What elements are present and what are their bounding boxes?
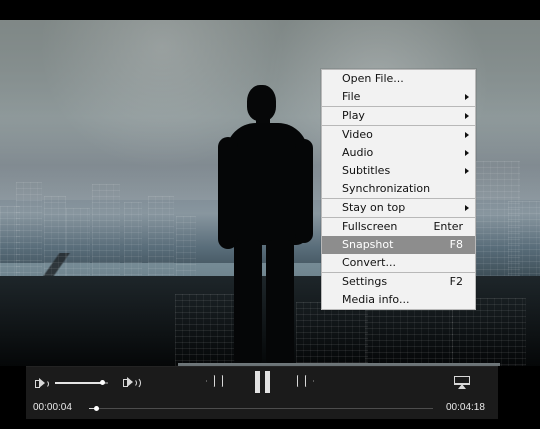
menu-item-label: Subtitles [342, 164, 391, 177]
menu-item-file[interactable]: File [322, 88, 475, 106]
chevron-right-icon [465, 168, 469, 174]
silhouette-leg-right [266, 240, 294, 365]
person-silhouette [218, 85, 313, 366]
volume-low-icon[interactable] [35, 377, 49, 389]
pause-bar [255, 371, 260, 393]
silhouette-arm-right [295, 139, 313, 243]
menu-item-label: Fullscreen [342, 220, 398, 233]
menu-item-label: Video [342, 128, 373, 141]
menu-item-label: Stay on top [342, 201, 406, 214]
chevron-right-icon [465, 205, 469, 211]
menu-item-label: Open File... [342, 72, 404, 85]
volume-high-icon[interactable] [123, 376, 141, 390]
forward-icon[interactable] [297, 375, 317, 389]
menu-item-settings[interactable]: Settings F2 [322, 273, 475, 291]
menu-item-snapshot[interactable]: Snapshot F8 [322, 236, 475, 254]
rewind-triangle [214, 375, 223, 387]
menu-item-subtitles[interactable]: Subtitles [322, 162, 475, 180]
player-controls: 00:00:04 00:04:18 [0, 366, 540, 429]
menu-item-shortcut: Enter [433, 220, 463, 233]
menu-item-media-info[interactable]: Media info... [322, 291, 475, 309]
menu-item-video[interactable]: Video [322, 126, 475, 144]
menu-item-open-file[interactable]: Open File... [322, 70, 475, 88]
menu-item-label: Settings [342, 275, 388, 288]
chevron-right-icon [465, 132, 469, 138]
menu-item-shortcut: F8 [449, 238, 463, 251]
silhouette-leg-left [234, 240, 262, 365]
menu-item-label: Snapshot [342, 238, 394, 251]
forward-triangle [305, 375, 314, 387]
airplay-triangle [458, 384, 466, 389]
media-player-window: Open File... File Play Video Audio Subti… [0, 0, 540, 429]
menu-item-label: Play [342, 109, 365, 122]
volume-slider[interactable] [55, 380, 108, 385]
sound-wave [45, 380, 49, 388]
pause-bar [265, 371, 270, 393]
menu-item-play[interactable]: Play [322, 107, 475, 125]
context-menu: Open File... File Play Video Audio Subti… [321, 69, 476, 310]
pause-icon[interactable] [255, 371, 271, 393]
chevron-right-icon [465, 94, 469, 100]
menu-item-fullscreen[interactable]: Fullscreen Enter [322, 218, 475, 236]
volume-fill [55, 382, 102, 384]
menu-item-label: Media info... [342, 293, 410, 306]
menu-item-shortcut: F2 [449, 275, 463, 288]
seek-bar[interactable] [89, 406, 433, 411]
current-time: 00:00:04 [33, 402, 72, 413]
menu-item-label: Convert... [342, 256, 396, 269]
menu-item-label: Audio [342, 146, 374, 159]
total-time: 00:04:18 [446, 402, 485, 413]
airplay-icon[interactable] [454, 376, 472, 390]
silhouette-arm-left [218, 137, 238, 249]
menu-item-stay-on-top[interactable]: Stay on top [322, 199, 475, 217]
menu-item-audio[interactable]: Audio [322, 144, 475, 162]
building [365, 310, 453, 366]
menu-item-synchronization[interactable]: Synchronization [322, 180, 475, 198]
menu-item-label: Synchronization [342, 182, 431, 195]
control-panel: 00:00:04 00:04:18 [26, 366, 498, 419]
chevron-right-icon [465, 150, 469, 156]
seek-thumb[interactable] [93, 406, 99, 411]
menu-item-label: File [342, 90, 361, 103]
volume-thumb[interactable] [99, 380, 105, 385]
sound-wave [135, 377, 141, 389]
chevron-right-icon [465, 113, 469, 119]
rewind-icon[interactable] [206, 375, 226, 389]
menu-item-convert[interactable]: Convert... [322, 254, 475, 272]
forward-triangle [297, 375, 306, 387]
rewind-triangle [206, 375, 215, 387]
